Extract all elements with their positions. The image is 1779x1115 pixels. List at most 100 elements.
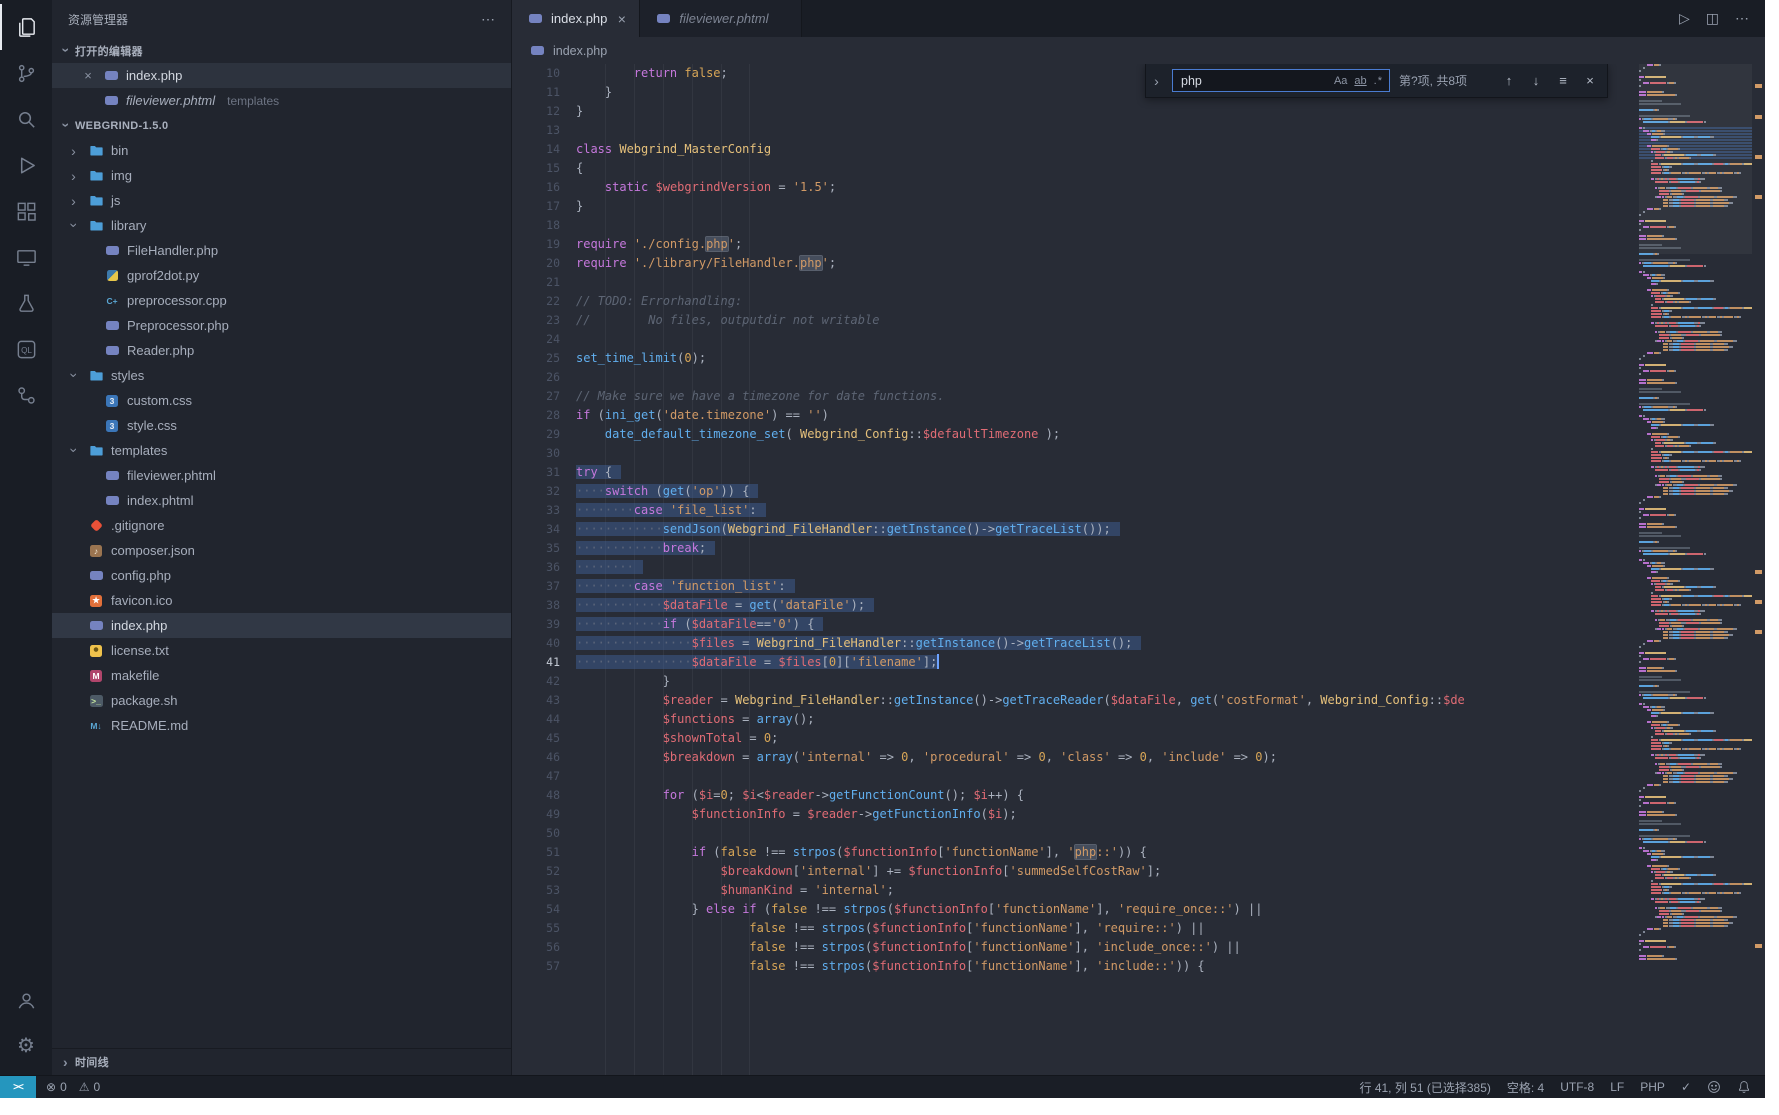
code-line-53[interactable]: 53 $humanKind = 'internal'; bbox=[512, 881, 1765, 900]
code-line-32[interactable]: 32····switch (get('op')) { bbox=[512, 482, 1765, 501]
code-line-49[interactable]: 49 $functionInfo = $reader->getFunctionI… bbox=[512, 805, 1765, 824]
code-line-38[interactable]: 38············$dataFile = get('dataFile'… bbox=[512, 596, 1765, 615]
code-line-31[interactable]: 31try { bbox=[512, 463, 1765, 482]
tree-file-favicon.ico[interactable]: ★favicon.ico bbox=[52, 588, 511, 613]
run-debug-icon[interactable] bbox=[0, 142, 52, 188]
code-line-14[interactable]: 14class Webgrind_MasterConfig bbox=[512, 140, 1765, 159]
code-line-41[interactable]: 41················$dataFile = $files[0][… bbox=[512, 653, 1765, 672]
bell-icon[interactable] bbox=[1737, 1080, 1751, 1094]
code-line-39[interactable]: 39············if ($dataFile=='0') { bbox=[512, 615, 1765, 634]
code-line-19[interactable]: 19require './config.php'; bbox=[512, 235, 1765, 254]
feedback-smiley-icon[interactable] bbox=[1707, 1080, 1721, 1094]
run-icon[interactable]: ▷ bbox=[1679, 10, 1690, 27]
tree-file-custom.css[interactable]: 3custom.css bbox=[52, 388, 511, 413]
tree-file-Reader.php[interactable]: Reader.php bbox=[52, 338, 511, 363]
problems-errors[interactable]: ⊗ 0 bbox=[46, 1080, 67, 1094]
code-line-15[interactable]: 15{ bbox=[512, 159, 1765, 178]
code-line-30[interactable]: 30 bbox=[512, 444, 1765, 463]
code-line-12[interactable]: 12} bbox=[512, 102, 1765, 121]
status-encoding[interactable]: UTF-8 bbox=[1560, 1079, 1594, 1096]
problems-warnings[interactable]: ⚠ 0 bbox=[79, 1080, 100, 1094]
source-control-icon[interactable] bbox=[0, 50, 52, 96]
code-line-16[interactable]: 16 static $webgrindVersion = '1.5'; bbox=[512, 178, 1765, 197]
close-icon[interactable]: × bbox=[614, 11, 629, 27]
code-line-36[interactable]: 36········ bbox=[512, 558, 1765, 577]
remote-explorer-icon[interactable] bbox=[0, 234, 52, 280]
code-line-50[interactable]: 50 bbox=[512, 824, 1765, 843]
tree-file-composer.json[interactable]: ♪composer.json bbox=[52, 538, 511, 563]
timeline-header[interactable]: › 时间线 bbox=[52, 1048, 511, 1075]
workflow-icon[interactable] bbox=[0, 372, 52, 418]
tab-fileviewer.phtml[interactable]: fileviewer.phtml bbox=[640, 0, 801, 37]
find-in-selection-button[interactable]: ≡ bbox=[1554, 73, 1572, 88]
code-line-35[interactable]: 35············break; bbox=[512, 539, 1765, 558]
code-line-40[interactable]: 40················$files = Webgrind_File… bbox=[512, 634, 1765, 653]
tree-folder-bin[interactable]: ›bin bbox=[52, 138, 511, 163]
code-line-21[interactable]: 21 bbox=[512, 273, 1765, 292]
open-editor-index.php[interactable]: ×index.php bbox=[52, 63, 511, 88]
tree-folder-library[interactable]: ›library bbox=[52, 213, 511, 238]
code-line-34[interactable]: 34············sendJson(Webgrind_FileHand… bbox=[512, 520, 1765, 539]
search-icon[interactable] bbox=[0, 96, 52, 142]
breadcrumb[interactable]: index.php bbox=[512, 37, 1765, 64]
more-actions-icon[interactable]: ⋯ bbox=[1735, 10, 1749, 27]
tree-file-Preprocessor.php[interactable]: Preprocessor.php bbox=[52, 313, 511, 338]
code-line-23[interactable]: 23// No files, outputdir not writable bbox=[512, 311, 1765, 330]
code-line-57[interactable]: 57 false !== strpos($functionInfo['funct… bbox=[512, 957, 1765, 976]
code-line-48[interactable]: 48 for ($i=0; $i<$reader->getFunctionCou… bbox=[512, 786, 1765, 805]
code-line-22[interactable]: 22// TODO: Errorhandling: bbox=[512, 292, 1765, 311]
check-icon[interactable]: ✓ bbox=[1681, 1080, 1691, 1094]
code-line-51[interactable]: 51 if (false !== strpos($functionInfo['f… bbox=[512, 843, 1765, 862]
tree-file-.gitignore[interactable]: .gitignore bbox=[52, 513, 511, 538]
more-actions-icon[interactable]: ⋯ bbox=[481, 11, 495, 28]
tab-index.php[interactable]: index.php× bbox=[512, 0, 640, 37]
code-line-56[interactable]: 56 false !== strpos($functionInfo['funct… bbox=[512, 938, 1765, 957]
tree-file-index.php[interactable]: index.php bbox=[52, 613, 511, 638]
status-indentation[interactable]: 空格: 4 bbox=[1507, 1079, 1544, 1096]
find-next-button[interactable]: ↓ bbox=[1527, 73, 1545, 88]
code-line-17[interactable]: 17} bbox=[512, 197, 1765, 216]
codeql-icon[interactable]: QL bbox=[0, 326, 52, 372]
tree-file-makefile[interactable]: Mmakefile bbox=[52, 663, 511, 688]
tree-file-index.phtml[interactable]: index.phtml bbox=[52, 488, 511, 513]
extensions-icon[interactable] bbox=[0, 188, 52, 234]
tree-file-package.sh[interactable]: >_package.sh bbox=[52, 688, 511, 713]
code-line-28[interactable]: 28if (ini_get('date.timezone') == '') bbox=[512, 406, 1765, 425]
tree-folder-js[interactable]: ›js bbox=[52, 188, 511, 213]
explorer-icon[interactable] bbox=[0, 4, 52, 50]
code-line-42[interactable]: 42 } bbox=[512, 672, 1765, 691]
code-line-54[interactable]: 54 } else if (false !== strpos($function… bbox=[512, 900, 1765, 919]
remote-indicator[interactable]: >< bbox=[0, 1076, 36, 1098]
account-icon[interactable] bbox=[0, 977, 52, 1023]
code-line-33[interactable]: 33········case 'file_list': bbox=[512, 501, 1765, 520]
code-line-55[interactable]: 55 false !== strpos($functionInfo['funct… bbox=[512, 919, 1765, 938]
code-line-52[interactable]: 52 $breakdown['internal'] += $functionIn… bbox=[512, 862, 1765, 881]
status-language-mode[interactable]: PHP bbox=[1640, 1079, 1665, 1096]
status-eol[interactable]: LF bbox=[1610, 1079, 1624, 1096]
code-line-27[interactable]: 27// Make sure we have a timezone for da… bbox=[512, 387, 1765, 406]
tree-file-preprocessor.cpp[interactable]: C+preprocessor.cpp bbox=[52, 288, 511, 313]
workspace-root-header[interactable]: › WEBGRIND-1.5.0 bbox=[52, 113, 511, 138]
toggle-replace-icon[interactable]: › bbox=[1150, 73, 1163, 89]
tree-folder-styles[interactable]: ›styles bbox=[52, 363, 511, 388]
regex-toggle[interactable]: .* bbox=[1374, 75, 1383, 87]
code-line-24[interactable]: 24 bbox=[512, 330, 1765, 349]
tree-file-README.md[interactable]: M↓README.md bbox=[52, 713, 511, 738]
tree-file-FileHandler.php[interactable]: FileHandler.php bbox=[52, 238, 511, 263]
settings-icon[interactable]: ⚙ bbox=[0, 1023, 52, 1069]
code-line-29[interactable]: 29 date_default_timezone_set( Webgrind_C… bbox=[512, 425, 1765, 444]
find-previous-button[interactable]: ↑ bbox=[1500, 73, 1518, 88]
testing-icon[interactable] bbox=[0, 280, 52, 326]
code-line-20[interactable]: 20require './library/FileHandler.php'; bbox=[512, 254, 1765, 273]
whole-word-toggle[interactable]: ab bbox=[1354, 75, 1366, 87]
code-line-45[interactable]: 45 $shownTotal = 0; bbox=[512, 729, 1765, 748]
code-line-37[interactable]: 37········case 'function_list': bbox=[512, 577, 1765, 596]
code-line-46[interactable]: 46 $breakdown = array('internal' => 0, '… bbox=[512, 748, 1765, 767]
minimap-slider[interactable] bbox=[1639, 64, 1752, 254]
tree-file-fileviewer.phtml[interactable]: fileviewer.phtml bbox=[52, 463, 511, 488]
code-line-25[interactable]: 25set_time_limit(0); bbox=[512, 349, 1765, 368]
code-line-43[interactable]: 43 $reader = Webgrind_FileHandler::getIn… bbox=[512, 691, 1765, 710]
code-line-47[interactable]: 47 bbox=[512, 767, 1765, 786]
code-line-44[interactable]: 44 $functions = array(); bbox=[512, 710, 1765, 729]
code-line-13[interactable]: 13 bbox=[512, 121, 1765, 140]
